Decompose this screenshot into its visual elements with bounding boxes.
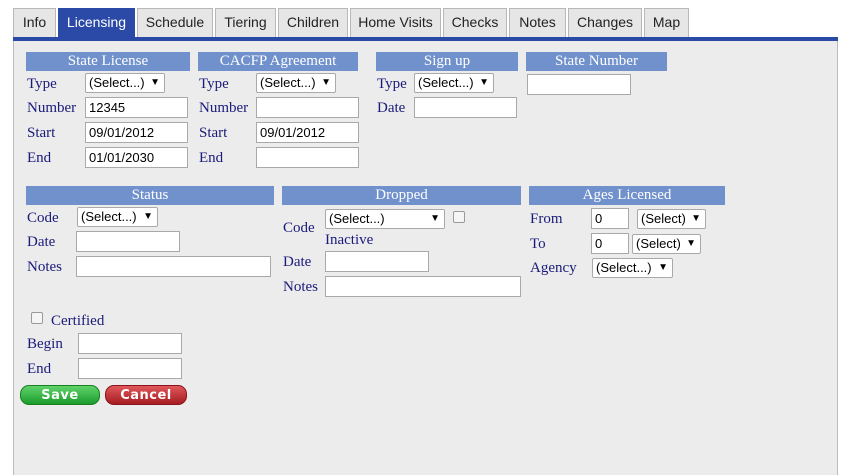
tab-map[interactable]: Map [644,8,689,38]
state-license-type-label: Type [27,76,57,92]
tab-info[interactable]: Info [13,8,56,38]
cacfp-start-input[interactable]: 09/01/2012 [256,122,359,143]
ages-to-unit-select[interactable]: (Select) ▼ [632,234,701,254]
cacfp-number-input[interactable] [256,97,359,118]
signup-header: Sign up [376,52,518,71]
ages-from-label: From [530,211,563,227]
dropped-code-value: (Select...) [329,211,385,226]
certified-end-input[interactable] [78,358,182,379]
dropped-code-select[interactable]: (Select...) ▼ [325,209,445,229]
dropped-header: Dropped [282,186,521,205]
tab-home-visits[interactable]: Home Visits [350,8,441,38]
state-license-end-input[interactable]: 01/01/2030 [85,147,188,168]
signup-type-value: (Select...) [418,75,474,90]
state-license-type-select[interactable]: (Select...) ▼ [85,73,165,93]
chevron-down-icon: ▼ [430,213,440,224]
chevron-down-icon: ▼ [143,211,153,222]
cacfp-start-label: Start [199,125,228,141]
dropped-date-input[interactable] [325,251,429,272]
status-code-select[interactable]: (Select...) ▼ [77,207,158,227]
tab-checks[interactable]: Checks [443,8,507,38]
cacfp-header: CACFP Agreement [198,52,358,71]
certified-label: Certified [51,313,105,329]
status-code-value: (Select...) [81,209,137,224]
save-button[interactable]: Save [20,385,100,405]
ages-to-unit-value: (Select) [636,236,681,251]
state-license-type-value: (Select...) [89,75,145,90]
ages-from-input[interactable]: 0 [591,208,629,229]
signup-type-select[interactable]: (Select...) ▼ [414,73,494,93]
dropped-inactive-checkbox[interactable] [453,211,465,223]
state-license-number-label: Number [27,100,77,116]
ages-agency-select[interactable]: (Select...) ▼ [592,258,673,278]
ages-to-input[interactable]: 0 [591,233,629,254]
cacfp-end-label: End [199,150,224,166]
ages-licensed-header: Ages Licensed [529,186,725,205]
tab-changes[interactable]: Changes [568,8,642,38]
tab-children[interactable]: Children [278,8,348,38]
status-header: Status [26,186,274,205]
cacfp-type-value: (Select...) [260,75,316,90]
cacfp-number-label: Number [199,100,249,116]
signup-date-label: Date [377,100,406,116]
ages-agency-label: Agency [530,260,577,276]
chevron-down-icon: ▼ [691,213,701,224]
state-license-number-input[interactable]: 12345 [85,97,188,118]
tab-bar: Info Licensing Schedule Tiering Children… [0,0,843,39]
chevron-down-icon: ▼ [479,77,489,88]
tab-licensing[interactable]: Licensing [58,8,135,39]
cacfp-type-label: Type [199,76,229,92]
status-notes-label: Notes [27,259,62,275]
cancel-button[interactable]: Cancel [105,385,187,405]
signup-date-input[interactable] [414,97,517,118]
chevron-down-icon: ▼ [658,262,668,273]
cacfp-end-input[interactable] [256,147,359,168]
ages-from-unit-value: (Select) [641,211,686,226]
chevron-down-icon: ▼ [321,77,331,88]
tab-notes[interactable]: Notes [509,8,566,38]
dropped-date-label: Date [283,254,312,270]
status-notes-input[interactable] [76,256,271,277]
state-license-start-input[interactable]: 09/01/2012 [85,122,188,143]
dropped-inactive-label: Inactive [325,232,374,248]
tab-schedule[interactable]: Schedule [137,8,213,38]
ages-from-unit-select[interactable]: (Select) ▼ [637,209,706,229]
dropped-code-label: Code [283,220,315,236]
chevron-down-icon: ▼ [686,238,696,249]
status-date-label: Date [27,234,56,250]
certified-end-label: End [27,361,52,377]
dropped-notes-label: Notes [283,279,318,295]
cacfp-type-select[interactable]: (Select...) ▼ [256,73,336,93]
ages-to-label: To [530,236,546,252]
status-code-label: Code [27,210,59,226]
signup-type-label: Type [377,76,407,92]
state-number-header: State Number [526,52,667,71]
dropped-notes-input[interactable] [325,276,521,297]
certified-begin-input[interactable] [78,333,182,354]
ages-agency-value: (Select...) [596,260,652,275]
status-date-input[interactable] [76,231,180,252]
certified-checkbox[interactable] [31,312,43,324]
chevron-down-icon: ▼ [150,77,160,88]
certified-begin-label: Begin [27,336,63,352]
state-license-start-label: Start [27,125,56,141]
state-license-header: State License [26,52,190,71]
state-number-input[interactable] [527,74,631,95]
state-license-end-label: End [27,150,52,166]
tab-tiering[interactable]: Tiering [215,8,276,38]
